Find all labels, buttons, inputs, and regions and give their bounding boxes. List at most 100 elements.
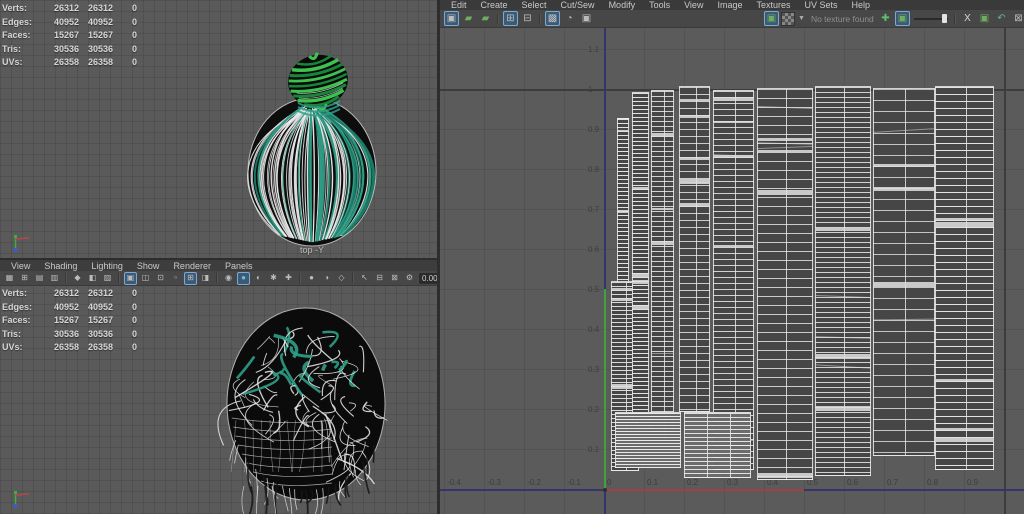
texture-status-label: No texture found	[811, 14, 877, 24]
uv-shell-strip[interactable]	[815, 86, 871, 476]
shadows-mode-icon[interactable]: ✚	[282, 272, 295, 285]
menu-shading[interactable]: Shading	[37, 261, 84, 271]
image-dim-slider[interactable]	[914, 13, 948, 24]
menu-show[interactable]: Show	[130, 261, 167, 271]
menu-modify[interactable]: Modify	[602, 0, 643, 10]
isolate-select-icon[interactable]: ↖	[358, 272, 371, 285]
shaded-mode-icon[interactable]: ●	[237, 272, 250, 285]
toolbar-separator	[352, 273, 354, 283]
x-tick-label: 0.9	[967, 478, 978, 487]
maya-window: Verts:26312263120Edges:40952409520Faces:…	[0, 0, 1024, 514]
texture-display-icon[interactable]: ▣	[764, 11, 779, 26]
y-tick-label: 0.4	[588, 325, 599, 334]
view-axis-gizmo	[8, 234, 34, 254]
grid-display-icon[interactable]: ⊞	[503, 11, 518, 26]
anti-alias-icon[interactable]: ◇	[335, 272, 348, 285]
viewport-bottom[interactable]: ViewShadingLightingShowRendererPanels ▦⊞…	[0, 260, 437, 514]
lasso-tool-icon[interactable]: ⊞	[18, 272, 31, 285]
uv-shell-strip[interactable]	[873, 88, 935, 456]
lights-mode-icon[interactable]: ✱	[267, 272, 280, 285]
toolbar-separator	[539, 14, 541, 24]
menu-tools[interactable]: Tools	[642, 0, 677, 10]
menu-cut-sew[interactable]: Cut/Sew	[554, 0, 602, 10]
uv-shell-strip[interactable]	[679, 86, 710, 412]
toolbar-separator	[118, 273, 120, 283]
paint-select-icon[interactable]: ▤	[33, 272, 46, 285]
x-tick-label: -0.1	[567, 478, 581, 487]
uv-shell-strip[interactable]	[615, 412, 681, 468]
textured-mode-icon[interactable]: ◐	[252, 272, 265, 285]
y-tick-label: 0.5	[588, 285, 599, 294]
uv-shell-strip[interactable]	[935, 86, 994, 470]
checker-display-icon[interactable]: ▩	[545, 11, 560, 26]
uv-origin-dot	[603, 488, 607, 492]
y-tick-label: 0.3	[588, 365, 599, 374]
texture-dropdown-caret[interactable]: ▼	[798, 15, 805, 22]
x-tick-label: 0.2	[687, 478, 698, 487]
snap-grid-icon[interactable]: ◆	[71, 272, 84, 285]
menu-renderer[interactable]: Renderer	[166, 261, 218, 271]
viewport-menubar: ViewShadingLightingShowRendererPanels	[0, 260, 437, 271]
menu-view[interactable]: View	[4, 261, 37, 271]
image-plane-icon[interactable]: ⊡	[154, 272, 167, 285]
pixel-snap-icon[interactable]: ⊟	[520, 11, 535, 26]
menu-select[interactable]: Select	[515, 0, 554, 10]
snap-curve-icon[interactable]: ◧	[86, 272, 99, 285]
uv-transform-arrows-icon[interactable]: X	[960, 11, 975, 26]
undo-view-icon[interactable]: ↶	[994, 11, 1009, 26]
shaded-uv-borders-icon[interactable]: ▰	[478, 11, 493, 26]
y-tick-label: 0.1	[588, 445, 599, 454]
xray-mode-icon[interactable]: ⊟	[373, 272, 386, 285]
screen-ao-icon[interactable]: ●	[305, 272, 318, 285]
menu-view[interactable]: View	[677, 0, 710, 10]
shaded-uv-display-icon[interactable]: ▰	[461, 11, 476, 26]
x-tick-label: -0.4	[447, 478, 461, 487]
menu-edit[interactable]: Edit	[444, 0, 474, 10]
uv-shell-strip[interactable]	[651, 90, 674, 442]
two-panes-icon[interactable]: ▫	[169, 272, 182, 285]
poly-count-hud-2: Verts:26312263120Edges:40952409520Faces:…	[2, 287, 202, 355]
uv-shell-strip[interactable]	[757, 88, 813, 480]
exposure-icon[interactable]: ⚙	[403, 272, 416, 285]
texture-swatch[interactable]	[781, 12, 795, 26]
display-image-ratio-icon[interactable]: ▣	[895, 11, 910, 26]
menu-panels[interactable]: Panels	[218, 261, 260, 271]
bookmarks-icon[interactable]: ◫	[139, 272, 152, 285]
image-display-icon[interactable]: ▣	[579, 11, 594, 26]
viewport-top[interactable]: Verts:26312263120Edges:40952409520Faces:…	[0, 0, 437, 258]
uv-canvas[interactable]: -0.4-0.3-0.2-0.100.10.20.30.40.50.60.70.…	[440, 28, 1024, 514]
uv-move-mode-icon[interactable]: ✚	[878, 11, 893, 26]
hud-row: Edges:40952409520	[2, 301, 202, 315]
uv-snapshot-icon[interactable]: ▣	[977, 11, 992, 26]
snap-point-icon[interactable]: ▨	[101, 272, 114, 285]
menu-uv-sets[interactable]: UV Sets	[797, 0, 844, 10]
uv-shell-strip[interactable]	[617, 118, 629, 285]
menu-lighting[interactable]: Lighting	[84, 261, 130, 271]
menu-help[interactable]: Help	[845, 0, 878, 10]
menu-create[interactable]: Create	[474, 0, 515, 10]
uv-editor-toolbar: ▣▰▰⊞⊟▩◔▣ ▣ ▼ No texture found ✚ ▣ X▣↶⊠◌ …	[440, 10, 1024, 28]
grid-toggle-icon[interactable]: ⊞	[184, 272, 197, 285]
uv-distortion-icon[interactable]: ▣	[444, 11, 459, 26]
select-modes-icon[interactable]: ▥	[48, 272, 61, 285]
film-gate-icon[interactable]: ◨	[199, 272, 212, 285]
wireframe-on-shaded-icon[interactable]: ⊠	[388, 272, 401, 285]
menu-image[interactable]: Image	[710, 0, 749, 10]
camera-attrs-icon[interactable]: ▣	[124, 272, 137, 285]
camera-label: top -Y	[300, 245, 324, 255]
hud-row: Faces:15267152670	[2, 314, 202, 328]
shading-smooth-icon[interactable]: ◉	[222, 272, 235, 285]
clear-selection-icon[interactable]: ⊠	[1011, 11, 1024, 26]
toolbar-separator	[299, 273, 301, 283]
y-tick-label: 0.7	[588, 205, 599, 214]
uv-shell-strip[interactable]	[632, 92, 649, 422]
menu-textures[interactable]: Textures	[749, 0, 797, 10]
x-tick-label: 0.1	[647, 478, 658, 487]
uv-shell-strip[interactable]	[684, 412, 751, 478]
motion-blur-icon[interactable]: ◑	[320, 272, 333, 285]
dim-image-icon[interactable]: ◔	[562, 11, 577, 26]
select-tool-icon[interactable]: ▦	[3, 272, 16, 285]
exposure-field[interactable]: 0.00	[419, 273, 437, 284]
viewport-toolbar: ▦⊞▤▥◆◧▨▣◫⊡▫⊞◨◉●◐✱✚●◑◇↖⊟⊠ ⚙ 0.00 ◑ 1.00 ◍…	[0, 271, 437, 286]
hud-row: Faces:15267152670	[2, 29, 202, 43]
